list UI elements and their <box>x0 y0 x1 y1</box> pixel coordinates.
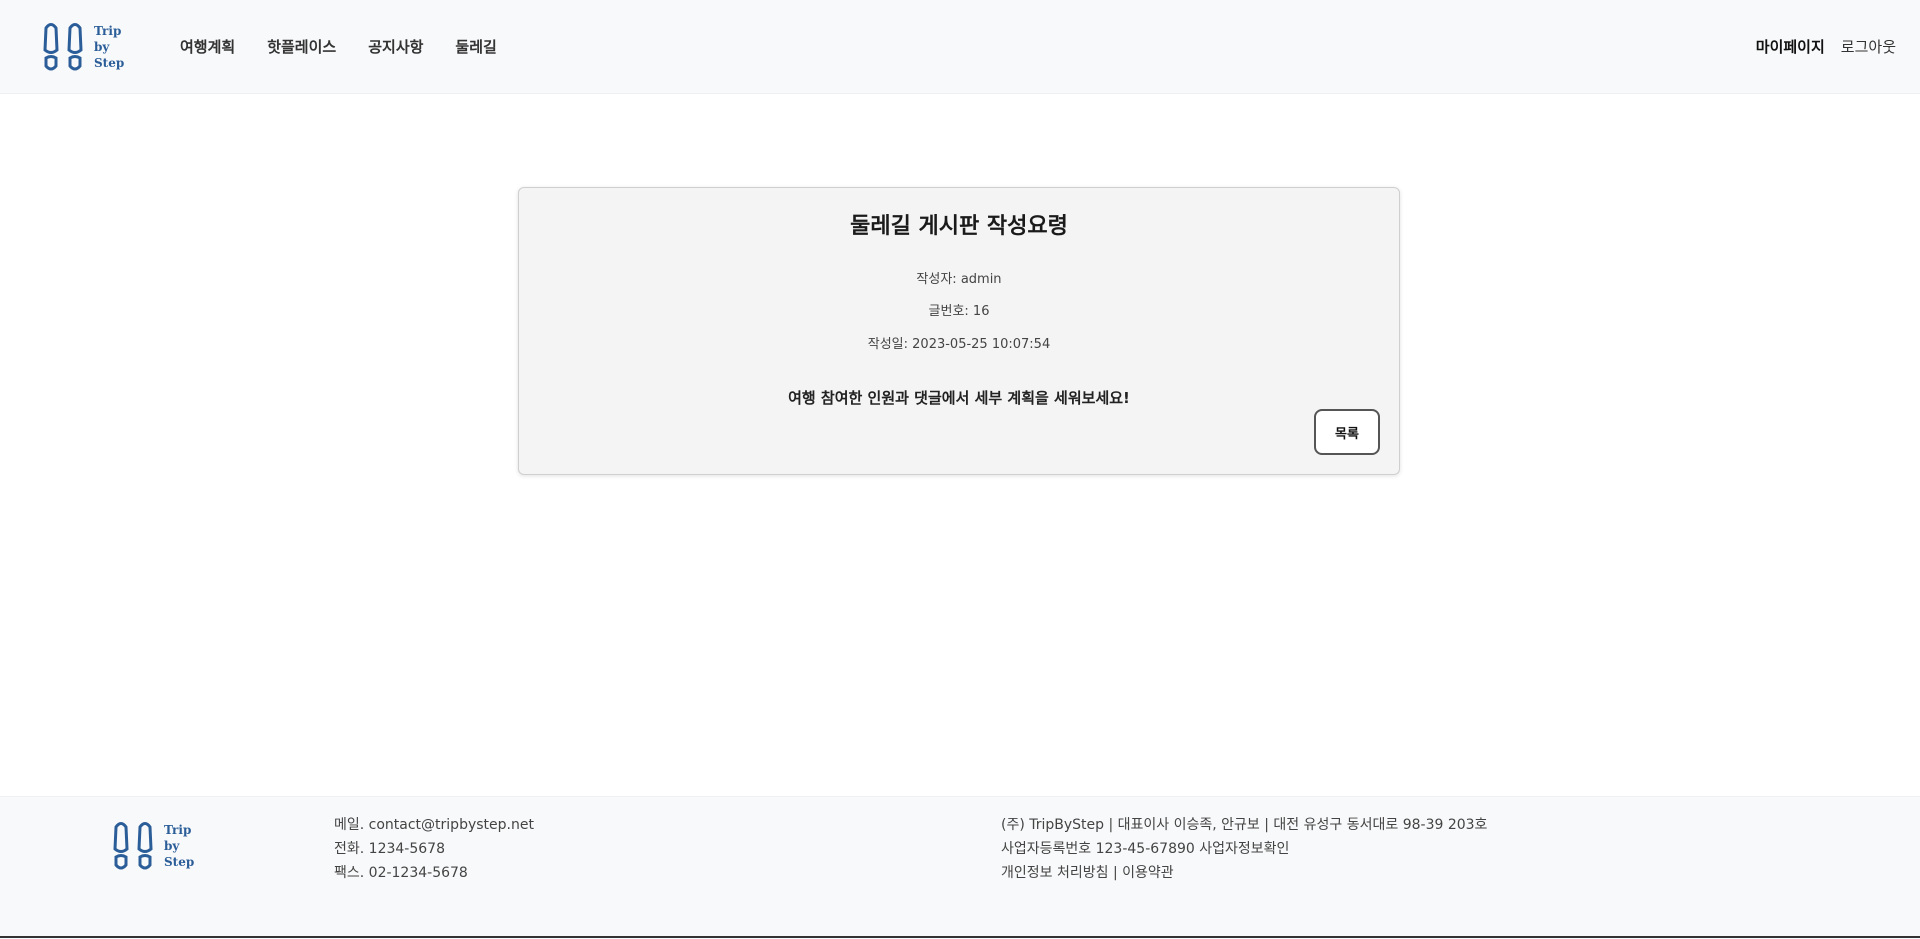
nav-item-notice[interactable]: 공지사항 <box>368 36 423 57</box>
site-header: Trip by Step 여행계획 핫플레이스 공지사항 둘레길 마이페이지 로… <box>0 0 1920 94</box>
logo-line-1: Trip <box>94 24 122 38</box>
footer-phone: 전화. 1234-5678 <box>334 841 445 857</box>
post-content: 여행 참여한 인원과 댓글에서 세부 계획을 세워보세요! <box>788 389 1130 407</box>
post-author: 작성자: admin <box>916 272 1002 287</box>
footprints-icon <box>113 822 153 870</box>
footprints-icon <box>43 23 83 71</box>
nav-item-trip-plan[interactable]: 여행계획 <box>180 36 235 57</box>
logo-text: Trip by Step <box>164 822 194 870</box>
footer-business-number[interactable]: 사업자등록번호 123-45-67890 사업자정보확인 <box>1001 837 1487 861</box>
footer-company: (주) TripByStep | 대표이사 이승족, 안규보 | 대전 유성구 … <box>1001 813 1487 885</box>
nav-item-trail[interactable]: 둘레길 <box>455 36 496 57</box>
post-title: 둘레길 게시판 작성요령 <box>850 214 1068 239</box>
user-nav: 마이페이지 로그아웃 <box>1756 36 1896 57</box>
logo-line-2: by <box>94 40 110 54</box>
logo-line-3: Step <box>94 56 125 70</box>
mypage-link[interactable]: 마이페이지 <box>1756 36 1825 57</box>
logo-line-2: by <box>164 839 180 853</box>
main-nav: 여행계획 핫플레이스 공지사항 둘레길 <box>180 36 497 57</box>
logo-text: Trip by Step <box>94 23 124 71</box>
header-logo[interactable]: Trip by Step <box>40 22 124 72</box>
post-number: 글번호: 16 <box>928 304 990 319</box>
site-footer <box>0 796 1920 939</box>
footer-contact: 메일. contact@tripbystep.net 전화. 1234-5678… <box>334 813 534 885</box>
footer-fax: 팩스. 02-1234-5678 <box>334 865 468 881</box>
footer-policy-links[interactable]: 개인정보 처리방침 | 이용약관 <box>1001 861 1487 885</box>
logo-line-3: Step <box>164 855 195 869</box>
list-button[interactable]: 목록 <box>1314 409 1380 455</box>
footer-company-info: (주) TripByStep | 대표이사 이승족, 안규보 | 대전 유성구 … <box>1001 817 1488 833</box>
logout-link[interactable]: 로그아웃 <box>1841 36 1896 57</box>
post-date: 작성일: 2023-05-25 10:07:54 <box>867 337 1051 352</box>
nav-item-hot-place[interactable]: 핫플레이스 <box>267 36 336 57</box>
footer-logo[interactable]: Trip by Step <box>110 821 194 871</box>
footer-email: 메일. contact@tripbystep.net <box>334 817 534 833</box>
post-card: 둘레길 게시판 작성요령 작성자: admin 글번호: 16 작성일: 202… <box>518 187 1400 475</box>
logo-line-1: Trip <box>164 823 192 837</box>
